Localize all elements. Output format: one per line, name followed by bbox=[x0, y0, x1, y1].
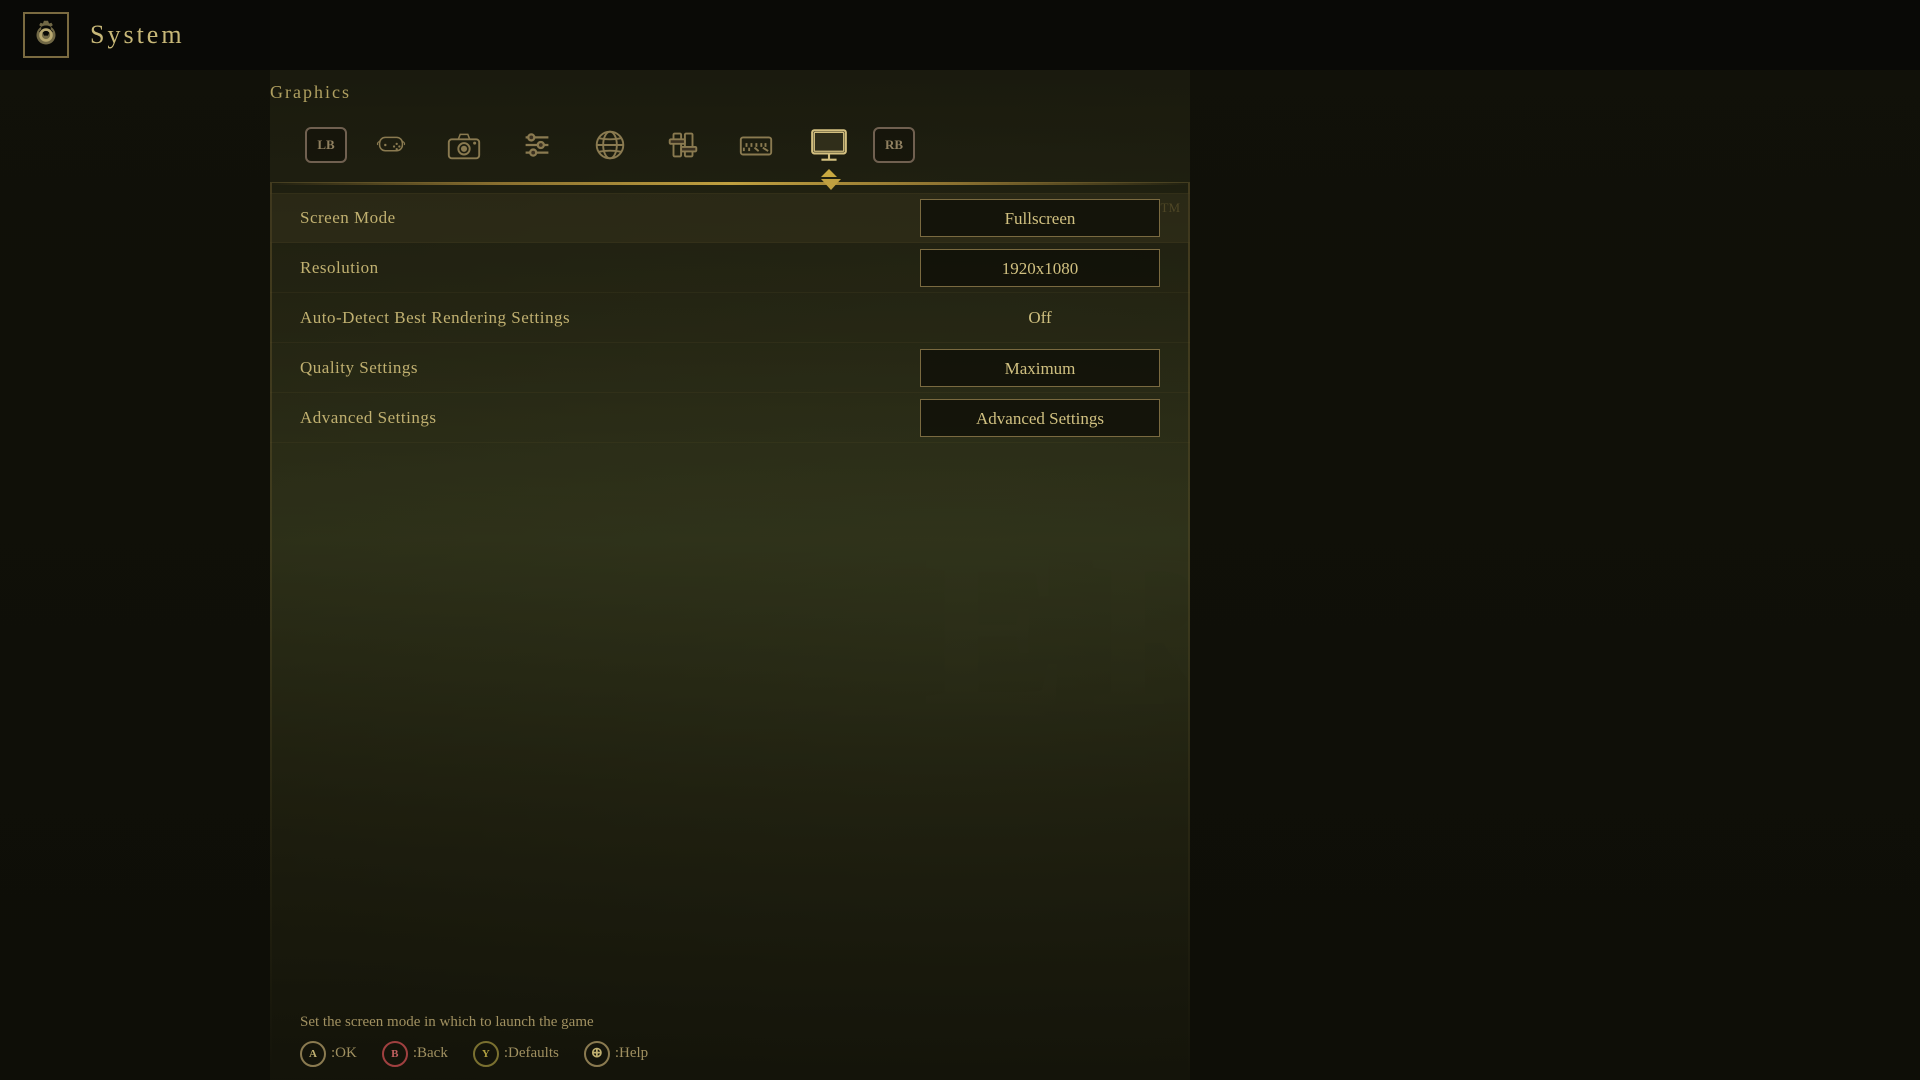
quality-label: Quality Settings bbox=[300, 358, 920, 378]
autodetect-text: Off bbox=[1028, 308, 1051, 327]
settings-row-resolution: Resolution 1920x1080 bbox=[270, 243, 1190, 293]
control-help: ⊕ :Help bbox=[584, 1041, 648, 1067]
resolution-value[interactable]: 1920x1080 bbox=[920, 249, 1160, 287]
monitor-icon bbox=[808, 124, 850, 166]
screen-mode-value[interactable]: Fullscreen bbox=[920, 199, 1160, 237]
tab-monitor[interactable] bbox=[795, 115, 863, 175]
defaults-label: :Defaults bbox=[504, 1045, 559, 1062]
autodetect-label: Auto-Detect Best Rendering Settings bbox=[300, 308, 920, 328]
section-title: Graphics bbox=[270, 82, 351, 103]
advanced-label: Advanced Settings bbox=[300, 408, 920, 428]
right-panel bbox=[1190, 0, 1920, 1080]
keyboard-icon bbox=[737, 126, 775, 164]
a-button[interactable]: A bbox=[300, 1041, 326, 1067]
control-defaults: Y :Defaults bbox=[473, 1041, 559, 1067]
advanced-button[interactable]: Advanced Settings bbox=[920, 399, 1160, 437]
settings-row-quality: Quality Settings Maximum bbox=[270, 343, 1190, 393]
rb-badge: RB bbox=[873, 127, 915, 163]
control-back: B :Back bbox=[382, 1041, 448, 1067]
help-button[interactable]: ⊕ bbox=[584, 1041, 610, 1067]
b-button[interactable]: B bbox=[382, 1041, 408, 1067]
bottom-hint: Set the screen mode in which to launch t… bbox=[300, 1014, 1190, 1031]
header-title: System bbox=[90, 20, 185, 50]
globe-icon bbox=[591, 126, 629, 164]
tab-keyboard[interactable] bbox=[722, 115, 790, 175]
tab-lb[interactable]: LB bbox=[300, 115, 352, 175]
tab-globe[interactable] bbox=[576, 115, 644, 175]
tab-settings2[interactable] bbox=[649, 115, 717, 175]
quality-value[interactable]: Maximum bbox=[920, 349, 1160, 387]
sliders-icon bbox=[518, 126, 556, 164]
autodetect-value: Off bbox=[920, 308, 1160, 328]
system-icon bbox=[20, 9, 72, 61]
ok-label: :OK bbox=[331, 1045, 357, 1062]
tab-camera[interactable] bbox=[430, 115, 498, 175]
tab-settings[interactable] bbox=[503, 115, 571, 175]
bottom-bar: Set the screen mode in which to launch t… bbox=[270, 1000, 1190, 1080]
settings-row-advanced: Advanced Settings Advanced Settings bbox=[270, 393, 1190, 443]
header-bar: System bbox=[0, 0, 1920, 70]
quality-button[interactable]: Maximum bbox=[920, 349, 1160, 387]
lb-badge: LB bbox=[305, 127, 347, 163]
left-panel bbox=[0, 0, 270, 1080]
settings-table: Screen Mode Fullscreen Resolution 1920x1… bbox=[270, 193, 1190, 443]
advanced-value[interactable]: Advanced Settings bbox=[920, 399, 1160, 437]
tab-indicator-line bbox=[270, 182, 1190, 185]
y-button[interactable]: Y bbox=[473, 1041, 499, 1067]
help-label: :Help bbox=[615, 1045, 648, 1062]
active-tab-indicator bbox=[821, 179, 841, 190]
controller-icon bbox=[372, 126, 410, 164]
tab-controller[interactable] bbox=[357, 115, 425, 175]
screen-mode-label: Screen Mode bbox=[300, 208, 920, 228]
back-label: :Back bbox=[413, 1045, 448, 1062]
bottom-controls: A :OK B :Back Y :Defaults ⊕ :Help bbox=[300, 1041, 1190, 1067]
settings-row-autodetect: Auto-Detect Best Rendering Settings Off bbox=[270, 293, 1190, 343]
settings-row-screen-mode: Screen Mode Fullscreen bbox=[270, 193, 1190, 243]
resolution-button[interactable]: 1920x1080 bbox=[920, 249, 1160, 287]
settings2-icon bbox=[664, 126, 702, 164]
camera-icon bbox=[445, 126, 483, 164]
tab-rb[interactable]: RB bbox=[868, 115, 920, 175]
gear-icon bbox=[23, 12, 69, 58]
resolution-label: Resolution bbox=[300, 258, 920, 278]
tab-navigation: LB bbox=[270, 108, 1190, 183]
screen-mode-button[interactable]: Fullscreen bbox=[920, 199, 1160, 237]
control-ok: A :OK bbox=[300, 1041, 357, 1067]
